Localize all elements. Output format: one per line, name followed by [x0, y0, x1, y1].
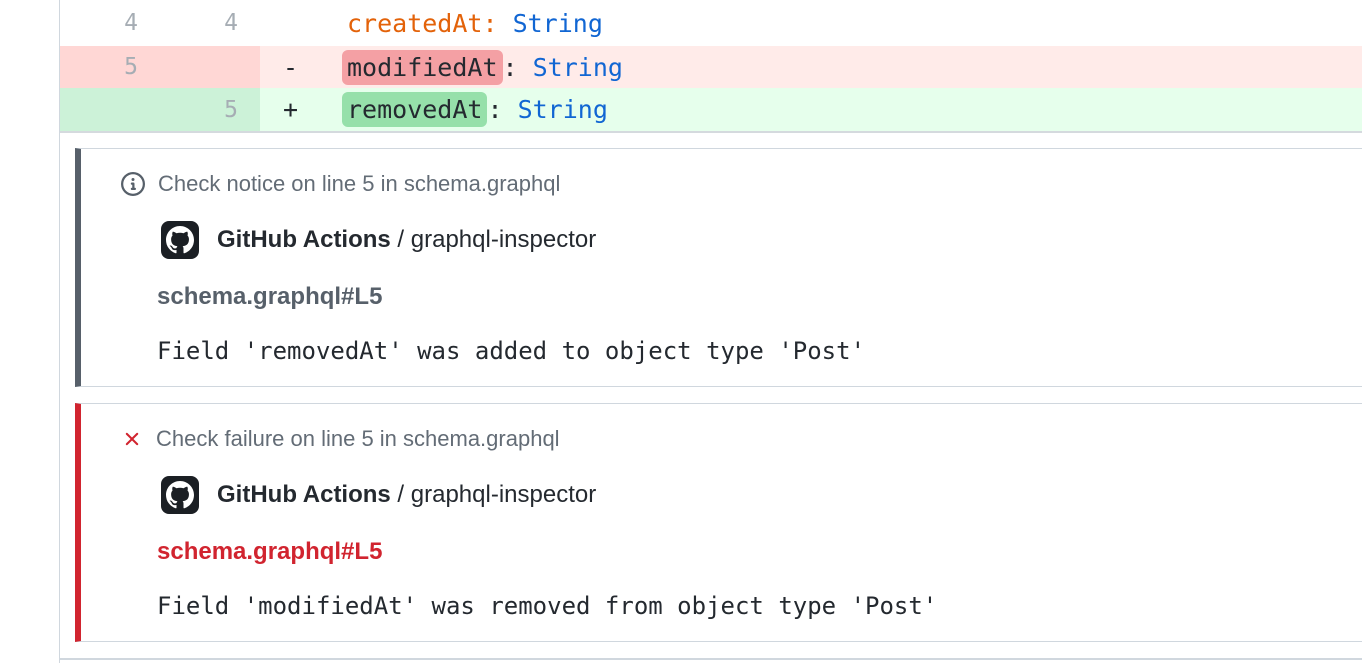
annotation-header: Check failure on line 5 in schema.graphq… [121, 425, 1345, 453]
old-line-number[interactable]: 5 [60, 46, 160, 88]
annotation-title: Check failure on line 5 in schema.graphq… [156, 426, 560, 452]
check-app-name: GitHub Actions / graphql-inspector [217, 481, 596, 509]
diff-sign: - [283, 53, 347, 82]
x-icon [121, 428, 143, 450]
annotation-header: Check notice on line 5 in schema.graphql [121, 170, 1345, 198]
diff-sign: + [283, 95, 347, 124]
pull-request-diff-view: 4 4 createdAt: String 5 -modifiedAt: Str… [0, 0, 1362, 663]
old-line-number[interactable]: 4 [60, 0, 160, 46]
check-app-row: GitHub Actions / graphql-inspector [161, 476, 1345, 514]
check-annotation-failure: Check failure on line 5 in schema.graphq… [75, 403, 1362, 642]
annotation-file-link[interactable]: schema.graphql#L5 [157, 283, 1345, 311]
code-separator [498, 9, 513, 38]
annotation-title: Check notice on line 5 in schema.graphql [158, 171, 560, 197]
code-type-token: String [533, 53, 623, 82]
code-type-token: String [518, 95, 608, 124]
annotation-file-link[interactable]: schema.graphql#L5 [157, 538, 1345, 566]
code-line: createdAt: String [260, 0, 1362, 46]
deleted-word-highlight: modifiedAt [342, 50, 503, 85]
annotation-message: Field 'modifiedAt' was removed from obje… [157, 592, 1345, 620]
github-logo-icon [166, 226, 194, 254]
check-annotation-notice: Check notice on line 5 in schema.graphql… [75, 148, 1362, 387]
check-app-row: GitHub Actions / graphql-inspector [161, 221, 1345, 259]
diff-line-deletion: 5 -modifiedAt: String [60, 46, 1362, 88]
diff-line-context: 4 4 createdAt: String [60, 0, 1362, 46]
info-icon [121, 172, 145, 196]
old-line-number[interactable] [60, 88, 160, 131]
new-line-number[interactable]: 4 [160, 0, 260, 46]
code-field-token: createdAt: [347, 9, 498, 38]
code-separator: : [487, 95, 517, 124]
github-logo-icon [166, 481, 194, 509]
diff-line-addition: 5 +removedAt: String [60, 88, 1362, 131]
diff-bottom-rule [60, 131, 1362, 133]
code-line: -modifiedAt: String [260, 46, 1362, 88]
added-word-highlight: removedAt [342, 92, 487, 127]
diff-hunk: 4 4 createdAt: String 5 -modifiedAt: Str… [60, 0, 1362, 131]
annotation-message: Field 'removedAt' was added to object ty… [157, 337, 1345, 365]
next-section-rule [60, 658, 1362, 660]
github-actions-avatar [161, 221, 199, 259]
new-line-number[interactable] [160, 46, 260, 88]
diff-left-border [59, 0, 60, 663]
new-line-number[interactable]: 5 [160, 88, 260, 131]
code-line: +removedAt: String [260, 88, 1362, 131]
check-app-name: GitHub Actions / graphql-inspector [217, 226, 596, 254]
github-actions-avatar [161, 476, 199, 514]
code-type-token: String [513, 9, 603, 38]
code-separator: : [503, 53, 533, 82]
